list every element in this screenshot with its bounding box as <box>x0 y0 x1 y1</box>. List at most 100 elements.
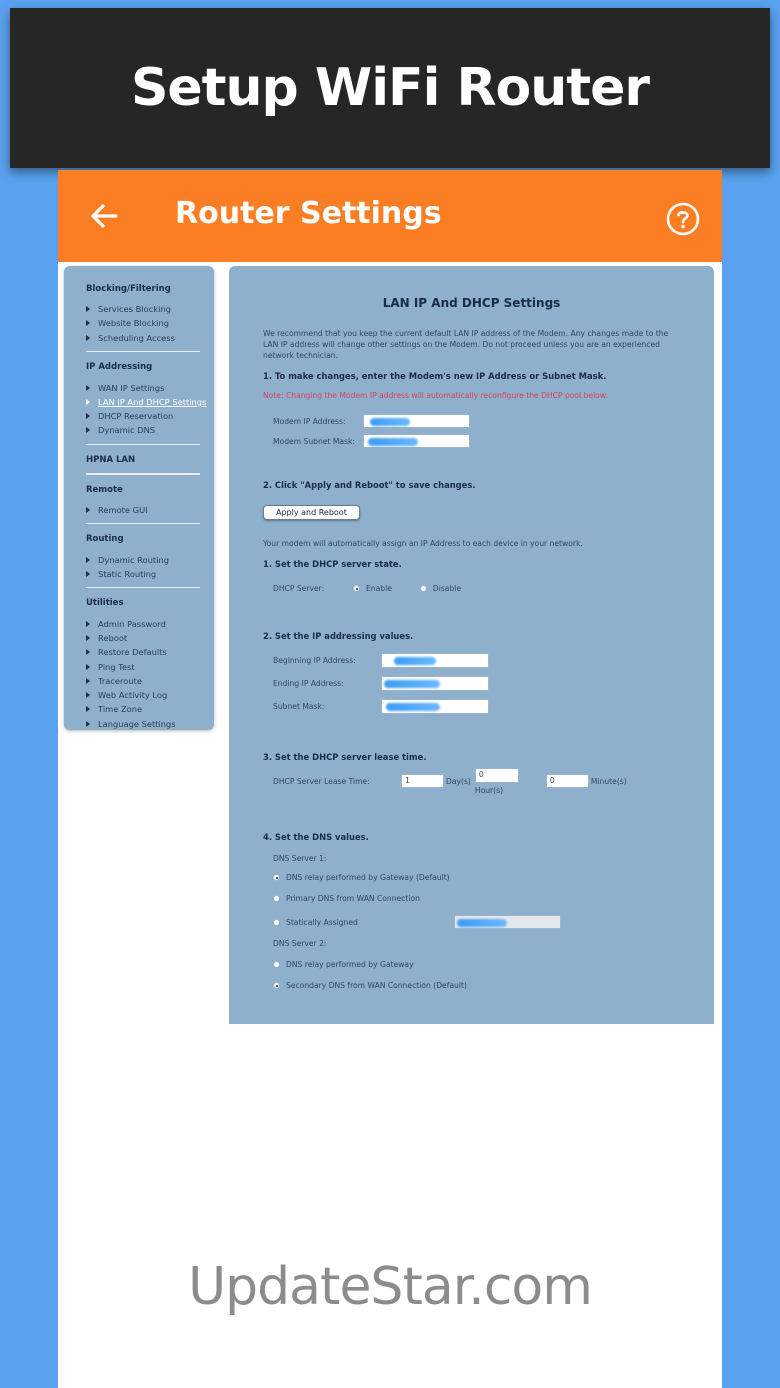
sidebar-item[interactable]: Web Activity Log <box>86 688 214 702</box>
dns1-relay-radio[interactable] <box>273 874 280 881</box>
dns2-label: DNS Server 2: <box>273 939 327 948</box>
sidebar-item-label: LAN IP And DHCP Settings <box>98 396 207 407</box>
arrow-left-icon[interactable] <box>88 200 120 232</box>
sidebar-divider <box>86 522 200 525</box>
step-change-ip: 1. To make changes, enter the Modem's ne… <box>263 371 607 381</box>
dns2-relay-radio[interactable] <box>273 961 280 968</box>
begin-ip-input[interactable] <box>381 653 489 668</box>
sidebar-item-label: Web Activity Log <box>98 690 168 701</box>
dns1-primary-radio[interactable] <box>273 895 280 902</box>
lease-hours-input[interactable]: 0 <box>474 767 519 783</box>
modem-mask-label: Modem Subnet Mask: <box>273 436 355 446</box>
sidebar-item[interactable]: Dynamic DNS <box>86 423 214 437</box>
sidebar-item-label: Static Routing <box>98 568 157 579</box>
sidebar-item[interactable]: Static Routing <box>86 567 214 581</box>
sidebar-item[interactable]: Traceroute <box>86 674 214 688</box>
dns1-label: DNS Server 1: <box>273 854 327 863</box>
modem-mask-input[interactable] <box>363 434 470 448</box>
sidebar-item[interactable]: WAN IP Settings <box>86 380 214 394</box>
modem-mask-row: Modem Subnet Mask: <box>263 434 680 448</box>
sidebar-section: HPNA LAN <box>86 455 214 475</box>
step-addressing: 2. Set the IP addressing values. <box>263 631 414 641</box>
sidebar-item-label: Restore Defaults <box>98 647 167 658</box>
lease-minutes-input[interactable]: 0 <box>545 774 589 788</box>
triangle-right-icon <box>86 634 90 641</box>
sidebar-section-heading: IP Addressing <box>86 362 153 373</box>
dhcp-enable-radio[interactable] <box>353 585 360 592</box>
hours-unit: Hour(s) <box>474 785 504 795</box>
dns2-secondary-radio[interactable] <box>273 982 280 989</box>
help-circle-icon[interactable] <box>666 202 700 236</box>
sidebar-item[interactable]: Dynamic Routing <box>86 552 214 566</box>
dns1-static-input[interactable] <box>454 915 561 929</box>
sidebar-section: IP Addressing WAN IP Settings LAN IP And D… <box>86 362 214 446</box>
lease-days-input[interactable]: 1 <box>401 774 444 788</box>
dns1-static-radio[interactable] <box>273 918 280 926</box>
lan-dhcp-panel: LAN IP And DHCP Settings We recommend th… <box>229 266 714 1024</box>
sidebar-item-label: Reboot <box>98 632 128 643</box>
modem-ip-row: Modem IP Address: <box>263 414 680 428</box>
dhcp-server-row: DHCP Server: Enable Disable <box>263 584 680 593</box>
triangle-right-icon <box>86 506 90 513</box>
triangle-right-icon <box>86 570 90 577</box>
triangle-right-icon <box>86 306 90 313</box>
triangle-right-icon <box>86 620 90 627</box>
triangle-right-icon <box>86 320 90 327</box>
app-bar: Router Settings <box>58 170 722 262</box>
sidebar-item[interactable]: Remote GUI <box>86 503 214 517</box>
banner-title: Setup WiFi Router <box>130 58 650 118</box>
sidebar-section: Utilities Admin Password Reboot Restore Def… <box>86 598 214 730</box>
sidebar-section: Remote Remote GUI <box>86 485 214 525</box>
sidebar-item[interactable]: Ping Test <box>86 659 214 673</box>
step-lease: 3. Set the DHCP server lease time. <box>263 752 427 762</box>
modem-ip-input[interactable] <box>363 414 470 428</box>
sidebar-item[interactable]: Language Settings <box>86 717 214 731</box>
dns2-secondary-label: Secondary DNS from WAN Connection (Defau… <box>286 981 467 990</box>
triangle-right-icon <box>86 663 90 670</box>
phone-screen: Router Settings Blocking/Filtering Servic… <box>58 170 722 1388</box>
sidebar-item[interactable]: Time Zone <box>86 702 214 716</box>
sidebar-item-label: Traceroute <box>98 675 142 686</box>
sidebar-divider <box>86 443 200 446</box>
dhcp-disable-radio[interactable] <box>419 585 427 592</box>
subnet-row: Subnet Mask: <box>263 699 680 714</box>
minutes-unit: Minute(s) <box>590 776 627 786</box>
sidebar-divider <box>86 350 200 353</box>
sidebar-item[interactable]: Reboot <box>86 631 214 645</box>
dns2-opt1-row: DNS relay performed by Gateway <box>273 960 680 969</box>
sidebar-item[interactable]: Scheduling Access <box>86 331 214 345</box>
dhcp-server-label: DHCP Server: <box>273 584 325 593</box>
sidebar-item-label: Admin Password <box>98 618 166 629</box>
watermark-text: UpdateStar.com <box>188 1257 593 1317</box>
triangle-right-icon <box>86 384 90 391</box>
lease-row: DHCP Server Lease Time: 1 Day(s) 0 Hour(… <box>263 767 680 795</box>
apply-reboot-button[interactable]: Apply and Reboot <box>263 505 360 520</box>
sidebar-item-label: WAN IP Settings <box>98 382 165 393</box>
sidebar-item-label: Time Zone <box>98 704 143 715</box>
sidebar-item-label: Dynamic DNS <box>98 425 156 436</box>
triangle-right-icon <box>86 720 90 727</box>
sidebar-item-label: Services Blocking <box>98 304 171 315</box>
sidebar-item[interactable]: Website Blocking <box>86 316 214 330</box>
sidebar-section-heading: Remote <box>86 484 123 495</box>
sidebar-item[interactable]: LAN IP And DHCP Settings <box>86 395 214 409</box>
end-ip-input[interactable] <box>381 676 489 691</box>
end-ip-row: Ending IP Address: <box>263 676 680 691</box>
subnet-input[interactable] <box>381 699 489 714</box>
sidebar-item[interactable]: Services Blocking <box>86 302 214 316</box>
sidebar-item-label: Website Blocking <box>98 318 169 329</box>
triangle-right-icon <box>86 334 90 341</box>
begin-ip-label: Beginning IP Address: <box>273 656 356 665</box>
auto-assign-text: Your modem will automatically assign an … <box>263 539 583 548</box>
sidebar-item[interactable]: Admin Password <box>86 616 214 630</box>
sidebar-divider <box>86 473 200 475</box>
triangle-right-icon <box>86 649 90 656</box>
sidebar-section: Routing Dynamic Routing Static Routing <box>86 534 214 589</box>
triangle-right-icon <box>86 692 90 699</box>
sidebar-item[interactable]: Restore Defaults <box>86 645 214 659</box>
sidebar-divider <box>86 586 200 589</box>
dhcp-enable-label: Enable <box>366 584 392 593</box>
triangle-right-icon <box>86 706 90 713</box>
panel-title: LAN IP And DHCP Settings <box>382 296 561 310</box>
sidebar-item[interactable]: DHCP Reservation <box>86 409 214 423</box>
